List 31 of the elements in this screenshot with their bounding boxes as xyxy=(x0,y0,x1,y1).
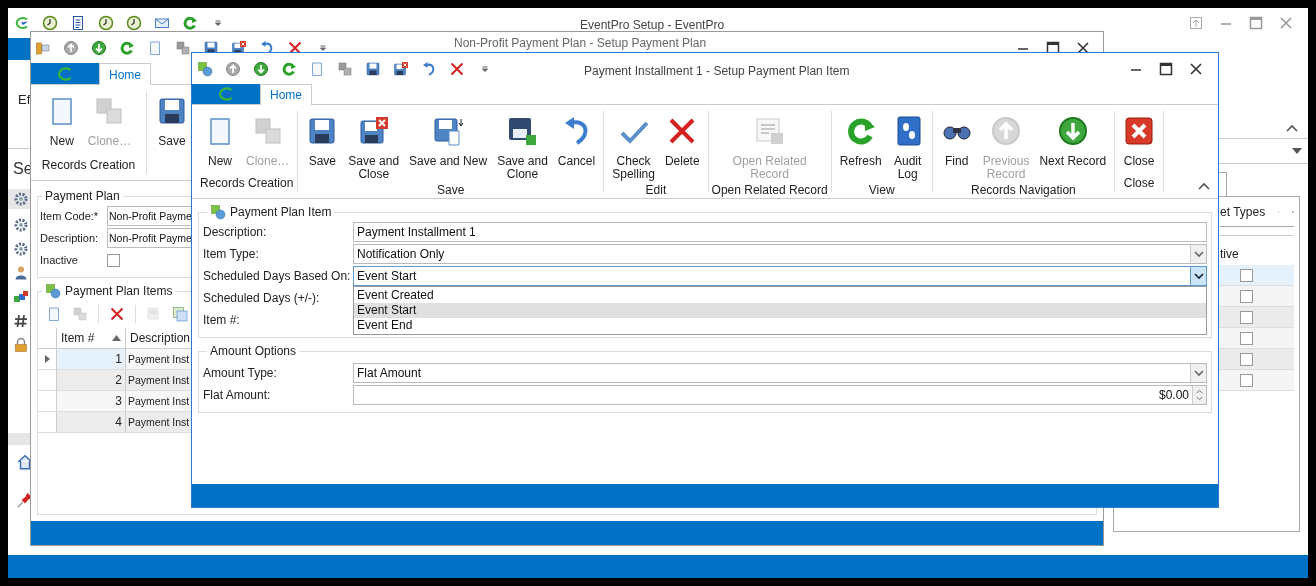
ribbon-group-label: Edit xyxy=(645,182,667,199)
window-title: Payment Installment 1 - Setup Payment Plan Item xyxy=(584,63,850,80)
table-cell: 3 xyxy=(56,391,125,411)
window-title: EventPro Setup - EventPro xyxy=(580,17,725,34)
ribbon-group-label: Close xyxy=(1123,175,1155,192)
ribbon-group-label: View xyxy=(868,182,895,199)
ribbon-group-label: Save xyxy=(437,182,465,199)
table-cell: 4 xyxy=(56,412,125,432)
ribbon-group-label: Records Creation xyxy=(200,175,294,192)
ribbon-label: Ef xyxy=(18,91,30,109)
group-title: Payment Plan Item xyxy=(230,204,332,221)
group-title: Payment Plan xyxy=(45,188,120,205)
field-label: Item Type: xyxy=(203,246,260,263)
window-title: Non-Profit Payment Plan - Setup Payment Plan xyxy=(454,36,707,50)
field-label: Flat Amount: xyxy=(203,387,272,404)
group-title: Amount Options xyxy=(210,343,297,360)
field-label: Inactive xyxy=(40,252,79,268)
table-cell: 2 xyxy=(56,370,125,390)
group-title: Payment Plan Items xyxy=(65,283,173,300)
field-label: Amount Type: xyxy=(203,365,278,382)
ribbon-group-label: Records Navigation xyxy=(971,182,1076,199)
field-label: Item #: xyxy=(203,312,241,329)
field-label: Description: xyxy=(40,230,100,246)
ribbon-group-label: Open Related Record xyxy=(711,182,828,199)
field-label: Description: xyxy=(203,224,268,241)
field-label: Item Code:* xyxy=(40,208,100,224)
field-label: Scheduled Days (+/-): xyxy=(203,290,321,307)
field-label: Scheduled Days Based On: xyxy=(203,268,352,285)
table-cell: 1 xyxy=(56,349,125,369)
column-header: tive xyxy=(1220,246,1239,263)
ribbon-group-label: Records Creation xyxy=(41,157,136,174)
